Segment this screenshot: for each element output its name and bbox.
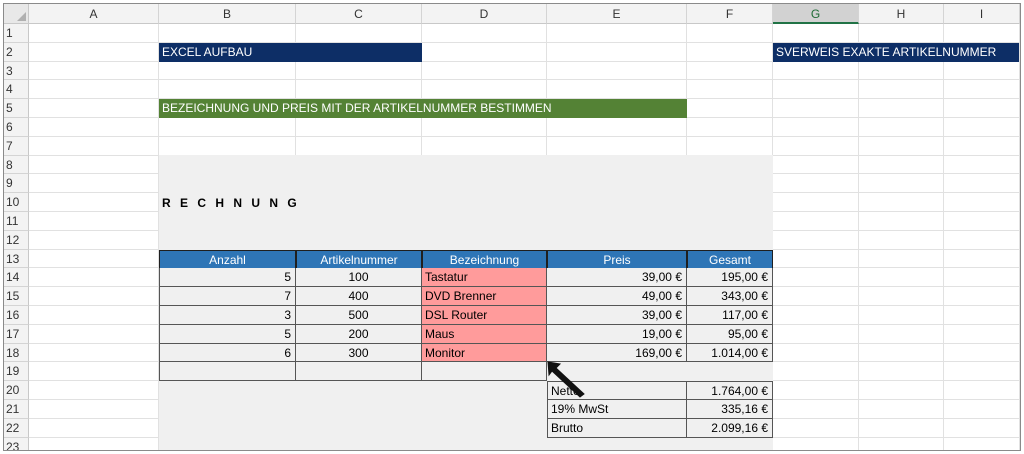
- summary-value-2[interactable]: 2.099,16 €: [687, 418, 773, 438]
- summary-value-1[interactable]: 335,16 €: [687, 400, 773, 419]
- column-header-f[interactable]: F: [687, 4, 773, 24]
- invoice-title[interactable]: R E C H N U N G: [162, 194, 362, 213]
- row-header-8[interactable]: 8: [4, 155, 29, 175]
- cell-anzahl[interactable]: 5: [159, 324, 296, 344]
- table-header-bezeichnung[interactable]: Bezeichnung: [422, 249, 547, 269]
- column-header-d[interactable]: D: [422, 4, 547, 24]
- cell-gesamt[interactable]: 117,00 €: [687, 306, 773, 325]
- cell-artikelnummer[interactable]: 200: [296, 324, 422, 344]
- row-header-3[interactable]: 3: [4, 61, 29, 81]
- cell-anzahl[interactable]: 6: [159, 343, 296, 363]
- select-all-corner[interactable]: [4, 4, 29, 24]
- banner-bezeichnung[interactable]: BEZEICHNUNG UND PREIS MIT DER ARTIKELNUM…: [159, 99, 687, 118]
- row-header-18[interactable]: 18: [4, 343, 29, 363]
- cell-artikelnummer[interactable]: 400: [296, 287, 422, 306]
- cell-gesamt[interactable]: 1.014,00 €: [687, 343, 773, 363]
- cell-gesamt[interactable]: 343,00 €: [687, 287, 773, 306]
- summary-label-1[interactable]: 19% MwSt: [547, 400, 687, 419]
- cell-bezeichnung[interactable]: DSL Router: [422, 306, 547, 325]
- column-header-c[interactable]: C: [296, 4, 422, 24]
- gridline: [1019, 24, 1020, 450]
- cell-preis[interactable]: 19,00 €: [547, 324, 687, 344]
- cell-artikelnummer[interactable]: 300: [296, 343, 422, 363]
- column-header-g[interactable]: G: [773, 4, 859, 24]
- row-header-6[interactable]: 6: [4, 118, 29, 137]
- row-header-21[interactable]: 21: [4, 400, 29, 419]
- row-header-15[interactable]: 15: [4, 287, 29, 306]
- banner-sverweis[interactable]: SVERWEIS EXAKTE ARTIKELNUMMER: [773, 43, 1019, 62]
- cell-bezeichnung[interactable]: Maus: [422, 324, 547, 344]
- column-header-e[interactable]: E: [547, 4, 687, 24]
- spreadsheet-window: A B C D E F G H I 1 2 3 4 5 6 7 8 9 10 11 12 13 14 15 16 17 18 19 20…: [3, 3, 1021, 451]
- banner-excel-aufbau[interactable]: EXCEL AUFBAU: [159, 43, 422, 62]
- cell-preis[interactable]: 39,00 €: [547, 268, 687, 288]
- cell-anzahl[interactable]: 3: [159, 306, 296, 325]
- cell-anzahl[interactable]: 5: [159, 268, 296, 288]
- gridline: [29, 135, 1020, 137]
- row-header-4[interactable]: 4: [4, 80, 29, 100]
- column-header-b[interactable]: B: [159, 4, 296, 24]
- row-header-7[interactable]: 7: [4, 136, 29, 156]
- row-header-2[interactable]: 2: [4, 42, 29, 62]
- row-header-17[interactable]: 17: [4, 324, 29, 344]
- cell-bezeichnung[interactable]: Tastatur: [422, 268, 547, 288]
- row-header-23[interactable]: 23: [4, 437, 29, 450]
- cell-gesamt[interactable]: 95,00 €: [687, 324, 773, 344]
- row-header-5[interactable]: 5: [4, 99, 29, 118]
- gridline: [943, 24, 944, 450]
- row-header-16[interactable]: 16: [4, 306, 29, 325]
- summary-label-2[interactable]: Brutto: [547, 418, 687, 438]
- cell-bezeichnung[interactable]: Monitor: [422, 343, 547, 363]
- cell-gesamt[interactable]: 195,00 €: [687, 268, 773, 288]
- cell-preis[interactable]: 49,00 €: [547, 287, 687, 306]
- cell-empty[interactable]: [422, 362, 547, 382]
- arrow-cursor-icon: [547, 361, 585, 398]
- summary-value-0[interactable]: 1.764,00 €: [687, 381, 773, 400]
- row-header-11[interactable]: 11: [4, 212, 29, 231]
- table-header-gesamt[interactable]: Gesamt: [687, 249, 773, 269]
- row-header-22[interactable]: 22: [4, 418, 29, 438]
- table-header-anzahl[interactable]: Anzahl: [159, 249, 296, 269]
- cell-preis[interactable]: 39,00 €: [547, 306, 687, 325]
- row-header-14[interactable]: 14: [4, 268, 29, 288]
- column-header-i[interactable]: I: [944, 4, 1020, 24]
- cell-anzahl[interactable]: 7: [159, 287, 296, 306]
- row-header-20[interactable]: 20: [4, 381, 29, 400]
- column-header-a[interactable]: A: [29, 4, 159, 24]
- gridline: [858, 24, 859, 450]
- table-header-preis[interactable]: Preis: [547, 249, 687, 269]
- cell-artikelnummer[interactable]: 100: [296, 268, 422, 288]
- row-header-10[interactable]: 10: [4, 193, 29, 212]
- row-header-9[interactable]: 9: [4, 174, 29, 194]
- row-header-13[interactable]: 13: [4, 249, 29, 269]
- cell-bezeichnung[interactable]: DVD Brenner: [422, 287, 547, 306]
- table-header-artikelnummer[interactable]: Artikelnummer: [296, 249, 422, 269]
- cell-artikelnummer[interactable]: 500: [296, 306, 422, 325]
- cell-empty[interactable]: [159, 362, 296, 382]
- column-header-h[interactable]: H: [859, 4, 944, 24]
- row-header-1[interactable]: 1: [4, 24, 29, 43]
- gridline: [29, 79, 1020, 81]
- row-header-12[interactable]: 12: [4, 230, 29, 250]
- cell-empty[interactable]: [296, 362, 422, 382]
- row-header-19[interactable]: 19: [4, 362, 29, 382]
